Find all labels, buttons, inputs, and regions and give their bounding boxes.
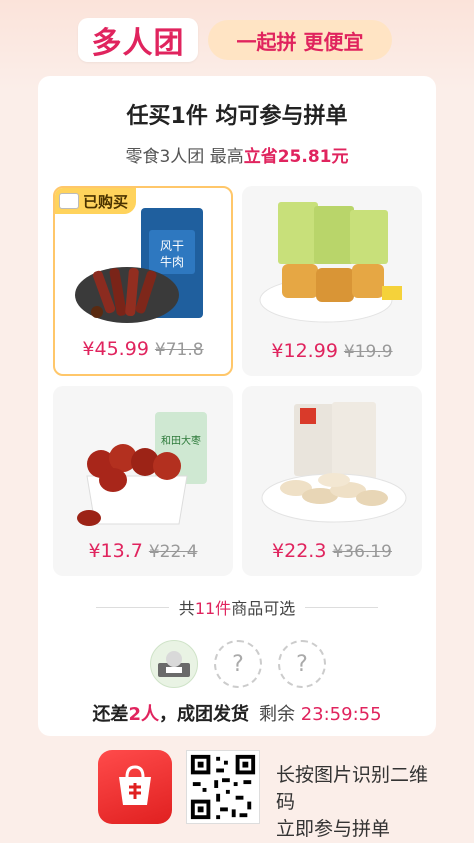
brand-logo: 多人团 — [78, 18, 198, 62]
divider-left — [96, 606, 169, 608]
app-logo — [98, 750, 172, 824]
product-card-3[interactable]: 和田大枣 ¥13.7 ¥22.4 — [53, 386, 233, 576]
qr-code[interactable] — [186, 750, 260, 824]
product-image-red-dates: 和田大枣 — [77, 412, 207, 526]
status-prefix: 还差 — [92, 704, 129, 725]
empty-slot-2: ? — [278, 640, 326, 688]
original-price: ¥19.9 — [343, 342, 393, 362]
product-image-seeds — [261, 402, 407, 523]
status-suffix: ，成团发货 — [158, 704, 249, 725]
member-avatar — [150, 640, 198, 688]
price-row: ¥22.3 ¥36.19 — [242, 540, 422, 562]
slogan-badge: 一起拼 更便宜 — [208, 20, 392, 60]
status-count: 2人 — [128, 704, 159, 725]
empty-slot-glyph: ? — [232, 651, 244, 677]
price: ¥12.99 — [271, 340, 338, 362]
scan-line-2: 码 — [276, 791, 296, 813]
price: ¥22.3 — [272, 540, 327, 562]
member-avatar-icon — [158, 651, 190, 677]
svg-text:和田大枣: 和田大枣 — [161, 434, 201, 447]
total-suffix: 商品可选 — [231, 599, 296, 618]
total-prefix: 共 — [178, 599, 195, 618]
empty-slot-glyph: ? — [296, 651, 308, 677]
product-card-2[interactable]: ¥12.99 ¥19.9 — [242, 186, 422, 376]
bought-tag: 已购买 — [55, 188, 137, 214]
svg-text:风干: 风干 — [160, 239, 184, 253]
bought-avatar-icon — [59, 193, 79, 209]
product-card-4[interactable]: ¥22.3 ¥36.19 — [242, 386, 422, 576]
slogan-text: 一起拼 更便宜 — [236, 29, 364, 54]
divider-right — [305, 606, 378, 608]
scan-line-1: 长按图片识别二维 — [276, 764, 429, 786]
original-price: ¥22.4 — [148, 542, 198, 562]
total-items-text: 共11件商品可选 — [179, 595, 295, 619]
savings-highlight: 立省25.81元 — [243, 147, 349, 167]
original-price: ¥36.19 — [332, 542, 392, 562]
savings-line: 零食3人团 最高立省25.81元 — [0, 142, 474, 167]
total-items-divider: 共11件商品可选 — [96, 596, 378, 618]
price-row: ¥45.99 ¥71.8 — [55, 338, 231, 360]
brand-name: 多人团 — [91, 26, 185, 61]
remaining-label: 剩余 — [258, 704, 295, 725]
product-image-crackers — [259, 202, 402, 323]
headline: 任买1件 均可参与拼单 — [126, 104, 348, 129]
price: ¥45.99 — [82, 338, 149, 360]
product-card-1[interactable]: 风干 牛肉 已购买 ¥45.99 ¥71.8 — [53, 186, 233, 376]
price: ¥13.7 — [88, 540, 143, 562]
empty-slot-1: ? — [214, 640, 262, 688]
product-image-beef-jerky: 风干 牛肉 — [75, 208, 203, 323]
bought-tag-label: 已购买 — [83, 192, 129, 211]
group-status: 还差2人，成团发货 剩余 23:59:55 — [0, 700, 474, 726]
countdown-timer: 23:59:55 — [300, 704, 382, 725]
savings-prefix: 零食3人团 最高 — [125, 147, 244, 167]
price-row: ¥13.7 ¥22.4 — [53, 540, 233, 562]
scan-line-3: 立即参与拼单 — [276, 818, 391, 840]
scan-instructions: 长按图片识别二维 码 立即参与拼单 — [276, 762, 446, 843]
shopping-bag-icon — [119, 765, 151, 805]
price-row: ¥12.99 ¥19.9 — [242, 340, 422, 362]
total-count: 11件 — [194, 599, 232, 618]
original-price: ¥71.8 — [154, 340, 204, 360]
svg-text:牛肉: 牛肉 — [160, 254, 184, 269]
